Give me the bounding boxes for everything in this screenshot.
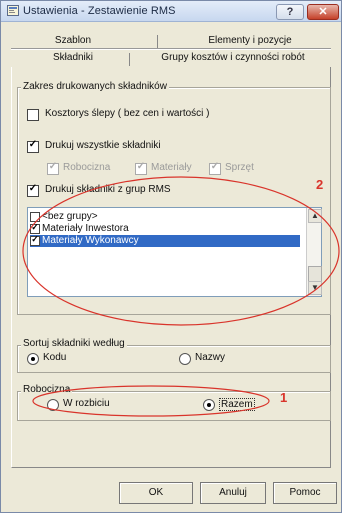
robocizna-group-legend: Robocizna [21, 384, 73, 395]
list-item-label: Materiały Wykonawcy [42, 235, 139, 246]
list-item[interactable]: ✓ Materiały Inwestora [30, 223, 300, 235]
sprzet-checkbox: ✓ [209, 161, 221, 175]
tab-divider [129, 53, 130, 66]
scroll-up-icon[interactable]: ▲ [308, 209, 322, 223]
tab-grupy-kosztow[interactable]: Grupy kosztów i czynności robót [135, 51, 331, 65]
radio-dot-icon [31, 357, 35, 361]
sort-nazwy-label[interactable]: Nazwy [195, 352, 225, 363]
window-title: Ustawienia - Zestawienie RMS [23, 5, 176, 17]
close-button[interactable]: ✕ [307, 4, 339, 20]
list-item-checkbox[interactable]: ✓ [30, 234, 40, 246]
annotation-marker-1: 1 [280, 390, 288, 405]
razem-radio[interactable] [203, 399, 215, 411]
rms-groups-listbox[interactable]: <bez grupy> ✓ Materiały Inwestora ✓ Mate… [27, 207, 322, 297]
checkmark-icon: ✓ [31, 222, 39, 232]
tab-divider [157, 35, 158, 48]
list-item[interactable]: <bez grupy> [30, 211, 300, 223]
materialy-checkbox: ✓ [135, 161, 147, 175]
checkmark-icon: ✓ [48, 161, 58, 172]
sprzet-checkbox-label: Sprzęt [225, 162, 254, 173]
tab-skladniki[interactable]: Składniki [23, 51, 123, 65]
close-icon: ✕ [318, 6, 328, 18]
robocizna-checkbox-label: Robocizna [63, 162, 111, 173]
help-button[interactable]: Pomoc [273, 482, 337, 504]
drukuj-grupy-checkbox[interactable]: ✓ [27, 183, 39, 197]
checkmark-icon: ✓ [28, 139, 38, 150]
materialy-checkbox-label: Materiały [151, 162, 192, 173]
list-item-label: <bez grupy> [42, 211, 98, 222]
sort-nazwy-radio[interactable] [179, 353, 191, 365]
list-item-checkbox[interactable]: ✓ [30, 222, 40, 234]
ok-button[interactable]: OK [119, 482, 193, 504]
tab-row-divider [11, 48, 331, 50]
checkmark-icon: ✓ [210, 161, 220, 172]
razem-label[interactable]: Razem [219, 398, 255, 411]
drukuj-wszystkie-checkbox[interactable]: ✓ [27, 139, 39, 153]
sort-kodu-radio[interactable] [27, 353, 39, 365]
tab-szablon[interactable]: Szablon [23, 34, 123, 48]
sort-kodu-label[interactable]: Kodu [43, 352, 66, 363]
robocizna-checkbox: ✓ [47, 161, 59, 175]
help-icon: ? [286, 6, 294, 18]
sortuj-group-legend: Sortuj składniki według [21, 338, 127, 349]
list-item-label: Materiały Inwestora [42, 223, 129, 234]
tab-elementy-i-pozycje[interactable]: Elementy i pozycje [167, 34, 333, 48]
drukuj-wszystkie-label[interactable]: Drukuj wszystkie składniki [45, 140, 161, 151]
listbox-scrollbar[interactable]: ▲ ▼ [306, 208, 322, 296]
list-item-selected[interactable]: ✓ Materiały Wykonawcy [30, 235, 300, 247]
settings-window: Ustawienia - Zestawienie RMS ? ✕ Szablon… [0, 0, 342, 513]
w-rozbiciu-label[interactable]: W rozbiciu [63, 398, 110, 409]
w-rozbiciu-radio[interactable] [47, 399, 59, 411]
checkmark-icon: ✓ [31, 234, 39, 244]
annotation-marker-2: 2 [316, 177, 324, 192]
cancel-button[interactable]: Anuluj [200, 482, 266, 504]
zakres-group-legend: Zakres drukowanych składników [21, 81, 169, 92]
app-icon [7, 5, 19, 16]
list-item-checkbox[interactable] [30, 212, 40, 222]
checkmark-icon: ✓ [28, 183, 38, 194]
title-bar[interactable]: Ustawienia - Zestawienie RMS ? ✕ [1, 1, 341, 22]
kosztorys-slepy-label[interactable]: Kosztorys ślepy ( bez cen i wartości ) [45, 108, 210, 119]
drukuj-grupy-label[interactable]: Drukuj składniki z grup RMS [45, 184, 171, 195]
help-button-titlebar[interactable]: ? [276, 4, 304, 20]
checkmark-icon: ✓ [136, 161, 146, 172]
kosztorys-slepy-checkbox[interactable] [27, 109, 39, 121]
radio-dot-icon [207, 403, 211, 407]
scroll-down-icon[interactable]: ▼ [308, 281, 322, 295]
